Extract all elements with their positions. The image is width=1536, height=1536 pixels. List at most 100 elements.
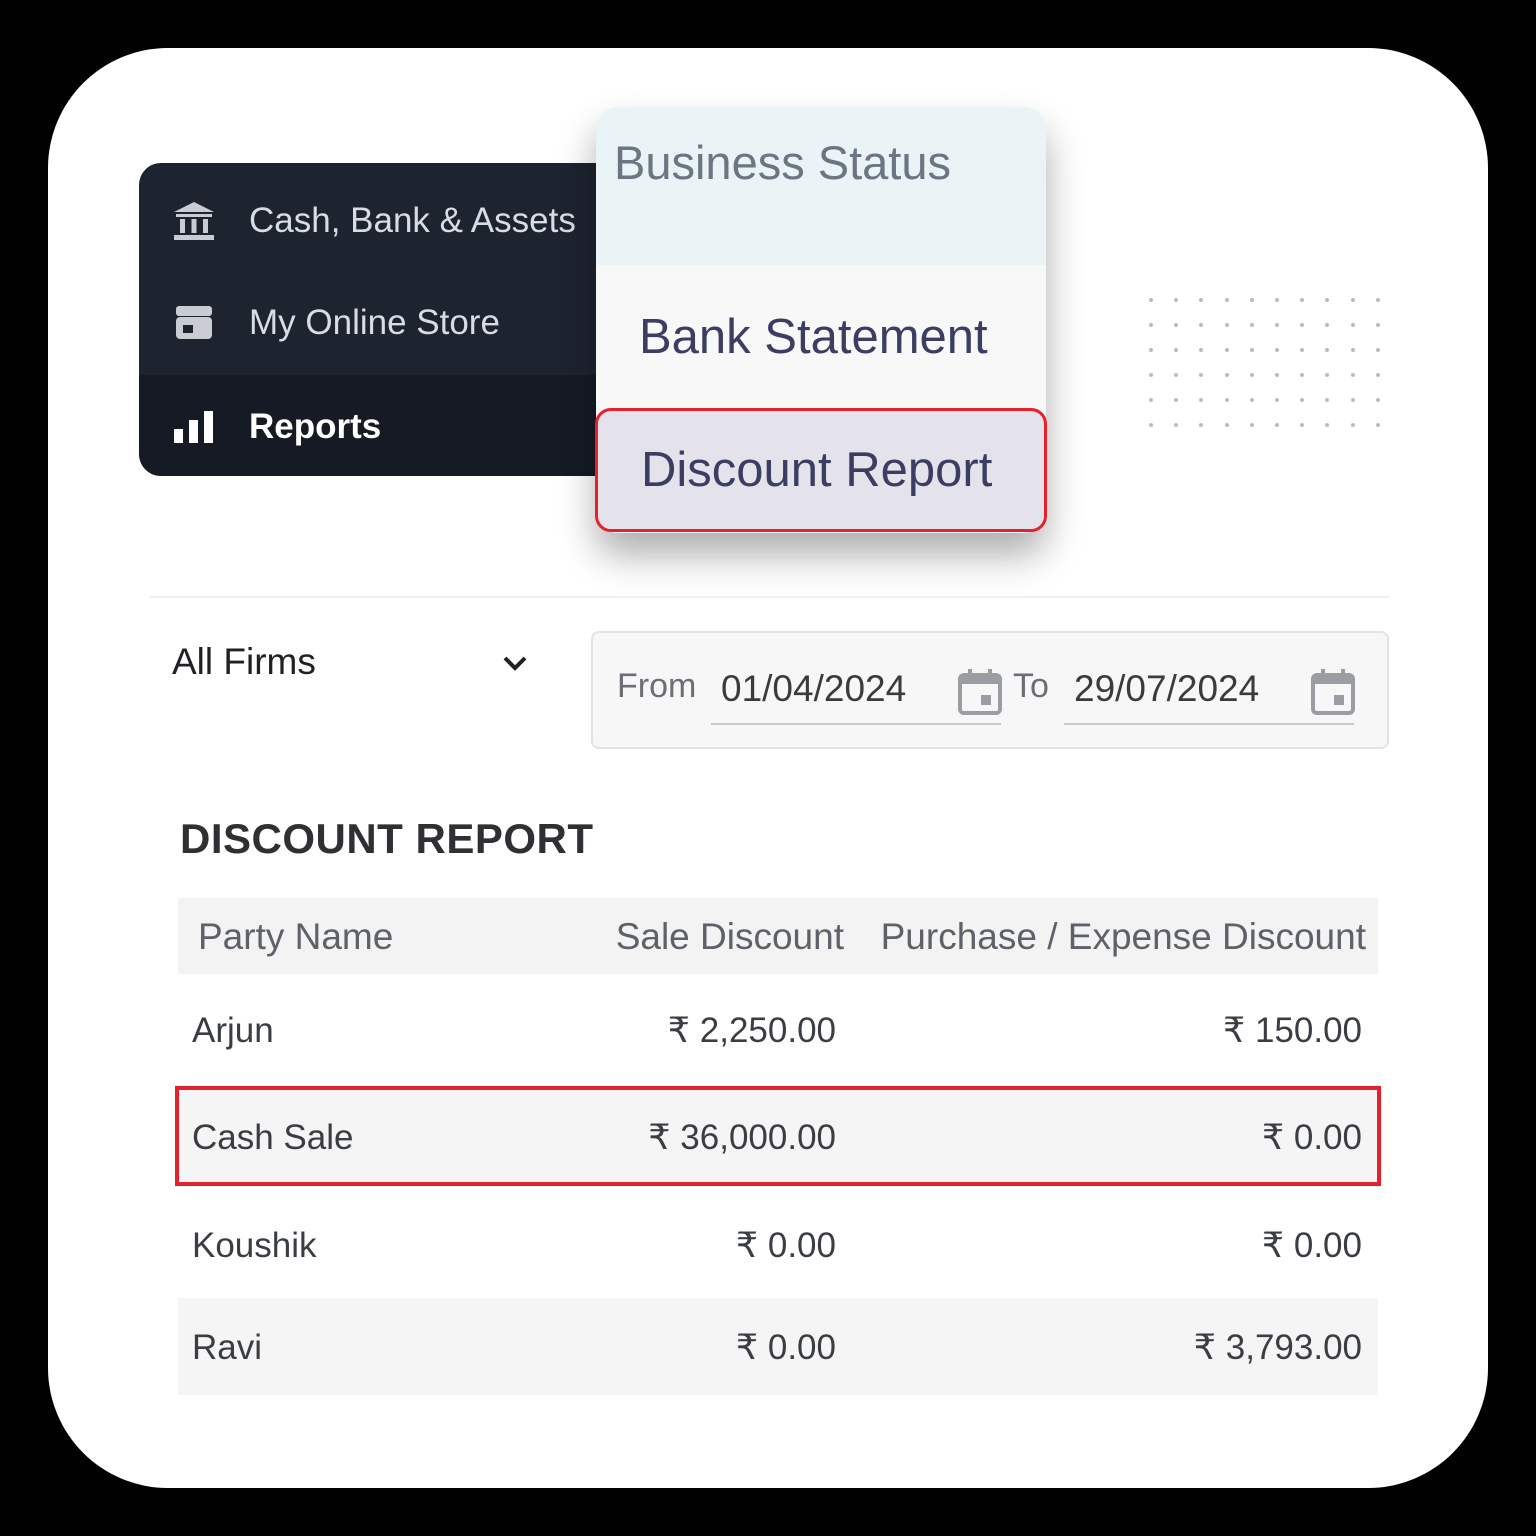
decorative-dot <box>1375 298 1380 302</box>
from-date-value: 01/04/2024 <box>721 668 907 709</box>
to-label: To <box>1013 667 1049 705</box>
decorative-dot <box>1224 323 1229 327</box>
decorative-dot <box>1224 398 1229 402</box>
decorative-dot <box>1149 398 1153 402</box>
decorative-dot <box>1325 423 1330 427</box>
sidebar-item-my-online-store[interactable]: My Online Store <box>139 271 659 375</box>
decorative-dot <box>1199 348 1204 352</box>
decorative-dot <box>1350 423 1355 427</box>
decorative-dot <box>1224 348 1229 352</box>
decorative-dot <box>1350 298 1355 302</box>
decorative-dot <box>1350 373 1355 377</box>
chevron-down-icon <box>498 646 532 680</box>
firm-select[interactable]: All Firms <box>172 632 532 692</box>
decorative-dot <box>1249 398 1254 402</box>
decorative-dot <box>1174 373 1179 377</box>
sale-discount-cell: ₹ 0.00 <box>735 1328 836 1367</box>
report-title: DISCOUNT REPORT <box>180 815 594 862</box>
decorative-dot <box>1149 373 1153 377</box>
sale-discount-cell: ₹ 36,000.00 <box>648 1118 836 1157</box>
calendar-icon[interactable] <box>1310 667 1356 717</box>
menu-item-label: Bank Statement <box>639 310 988 364</box>
firm-select-value: All Firms <box>172 641 316 682</box>
decorative-dot <box>1275 323 1279 327</box>
decorative-dot <box>1325 323 1330 327</box>
decorative-dot <box>1350 323 1355 327</box>
decorative-dot <box>1199 298 1204 302</box>
decorative-dot <box>1149 298 1153 302</box>
purchase-discount-cell: ₹ 0.00 <box>1261 1118 1362 1157</box>
decorative-dot <box>1275 348 1279 352</box>
decorative-dot <box>1224 298 1229 302</box>
decorative-dot <box>1300 373 1305 377</box>
decorative-dot <box>1275 423 1279 427</box>
store-icon <box>171 300 217 346</box>
purchase-discount-cell: ₹ 3,793.00 <box>1193 1328 1362 1367</box>
decorative-dot <box>1224 373 1229 377</box>
decorative-dot <box>1300 348 1305 352</box>
table-row[interactable]: Koushik ₹ 0.00 ₹ 0.00 <box>178 1196 1378 1293</box>
party-name-cell: Cash Sale <box>192 1118 354 1157</box>
sidebar-item-label: Cash, Bank & Assets <box>249 201 576 240</box>
decorative-dot <box>1375 423 1380 427</box>
menu-item-discount-report[interactable]: Discount Report <box>595 408 1047 532</box>
decorative-dot <box>1199 398 1204 402</box>
decorative-dot <box>1174 323 1179 327</box>
sidebar-item-label: Reports <box>249 407 382 446</box>
to-date-value: 29/07/2024 <box>1074 668 1260 709</box>
decorative-dot <box>1325 348 1330 352</box>
decorative-dot <box>1199 423 1204 427</box>
decorative-dot <box>1375 348 1380 352</box>
decorative-dot <box>1350 348 1355 352</box>
purchase-discount-cell: ₹ 150.00 <box>1222 1011 1362 1050</box>
decorative-dot <box>1275 373 1279 377</box>
column-header-party-name[interactable]: Party Name <box>198 916 393 958</box>
decorative-dot <box>1199 373 1204 377</box>
decorative-dot <box>1174 348 1179 352</box>
decorative-dot <box>1275 398 1279 402</box>
decorative-dot <box>1249 323 1254 327</box>
table-row[interactable]: Arjun ₹ 2,250.00 ₹ 150.00 <box>178 981 1378 1078</box>
divider <box>150 596 1390 598</box>
decorative-dot <box>1199 323 1204 327</box>
column-header-sale-discount[interactable]: Sale Discount <box>616 916 844 958</box>
menu-item-label: Discount Report <box>641 443 993 497</box>
sale-discount-cell: ₹ 0.00 <box>735 1226 836 1265</box>
decorative-dot <box>1300 298 1305 302</box>
decorative-dot-grid <box>1149 298 1389 438</box>
decorative-dot <box>1249 423 1254 427</box>
decorative-dot <box>1174 423 1179 427</box>
date-range-filter: From 01/04/2024 To 29/07/2024 <box>591 631 1389 749</box>
decorative-dot <box>1224 423 1229 427</box>
from-date-field[interactable]: 01/04/2024 <box>711 655 1003 725</box>
decorative-dot <box>1174 398 1179 402</box>
decorative-dot <box>1249 373 1254 377</box>
decorative-dot <box>1375 398 1380 402</box>
party-name-cell: Arjun <box>192 1011 274 1050</box>
from-label: From <box>617 667 697 705</box>
table-header: Party Name Sale Discount Purchase / Expe… <box>178 898 1378 974</box>
decorative-dot <box>1375 323 1380 327</box>
decorative-dot <box>1325 298 1330 302</box>
sidebar-item-cash-bank-assets[interactable]: Cash, Bank & Assets <box>139 169 659 273</box>
column-header-purchase-expense-discount[interactable]: Purchase / Expense Discount <box>881 916 1366 958</box>
decorative-dot <box>1350 398 1355 402</box>
decorative-dot <box>1149 423 1153 427</box>
purchase-discount-cell: ₹ 0.00 <box>1261 1226 1362 1265</box>
menu-item-bank-statement[interactable]: Bank Statement <box>596 267 1046 407</box>
decorative-dot <box>1325 398 1330 402</box>
bank-icon <box>171 198 217 244</box>
menu-header-business-status[interactable]: Business Status <box>596 107 1046 265</box>
calendar-icon[interactable] <box>957 667 1003 717</box>
decorative-dot <box>1275 298 1279 302</box>
to-date-field[interactable]: 29/07/2024 <box>1064 655 1356 725</box>
table-row[interactable]: Cash Sale ₹ 36,000.00 ₹ 0.00 <box>178 1088 1378 1185</box>
decorative-dot <box>1149 323 1153 327</box>
sidebar: Cash, Bank & Assets My Online Store Repo… <box>139 163 659 476</box>
sale-discount-cell: ₹ 2,250.00 <box>667 1011 836 1050</box>
decorative-dot <box>1300 423 1305 427</box>
sidebar-item-reports[interactable]: Reports <box>139 375 659 476</box>
decorative-dot <box>1325 373 1330 377</box>
sidebar-item-label: My Online Store <box>249 303 500 342</box>
table-row[interactable]: Ravi ₹ 0.00 ₹ 3,793.00 <box>178 1298 1378 1395</box>
